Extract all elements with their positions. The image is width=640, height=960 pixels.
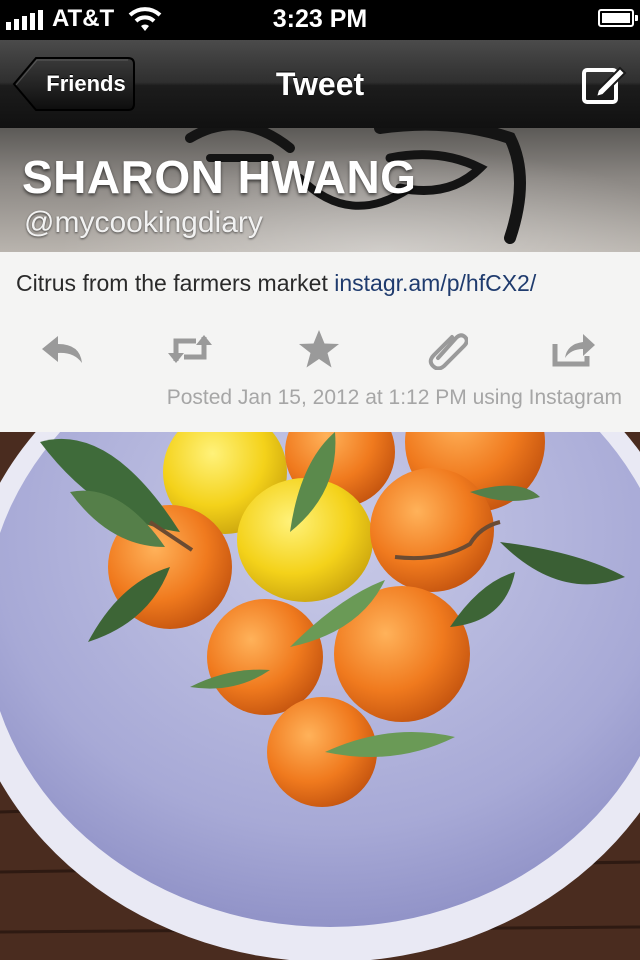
favorite-icon — [299, 330, 339, 368]
retweet-icon — [168, 335, 212, 363]
favorite-button[interactable] — [291, 324, 347, 374]
profile-handle: @mycookingdiary — [24, 206, 263, 239]
tweet-link[interactable]: instagr.am/p/hfCX2/ — [334, 270, 536, 296]
reply-button[interactable] — [34, 324, 90, 374]
page-title: Tweet — [275, 66, 365, 102]
share-button[interactable] — [546, 324, 602, 374]
status-bar: AT&T 3:23 PM — [0, 0, 640, 40]
tweet-text: Citrus from the farmers market instagr.a… — [16, 270, 536, 297]
tweet-body: Citrus from the farmers market — [16, 270, 328, 296]
posted-timestamp: Posted Jan 15, 2012 at 1:12 PM using Ins… — [166, 386, 622, 409]
tweet-card: Citrus from the farmers market instagr.a… — [0, 252, 640, 433]
navigation-bar: Friends Tweet — [0, 40, 640, 129]
attach-button[interactable] — [420, 324, 476, 374]
tweet-actions — [0, 324, 640, 374]
share-icon — [552, 334, 595, 367]
profile-header[interactable]: SHARON HWANG @mycookingdiary — [0, 128, 640, 252]
compose-icon — [582, 66, 627, 104]
retweet-button[interactable] — [162, 324, 218, 374]
bowl-of-citrus-image — [0, 432, 640, 960]
reply-icon — [42, 336, 82, 363]
battery-icon — [598, 9, 638, 27]
compose-button[interactable] — [580, 62, 628, 106]
clock: 3:23 PM — [272, 5, 368, 33]
tweet-photo[interactable] — [0, 432, 640, 960]
profile-name: SHARON HWANG — [22, 151, 417, 203]
paperclip-icon — [428, 333, 468, 370]
